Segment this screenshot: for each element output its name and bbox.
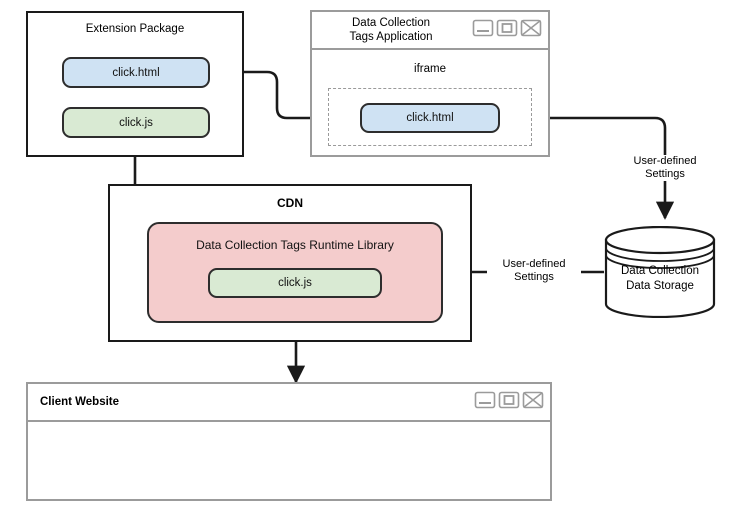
iframe-label: iframe [414, 63, 446, 75]
client-website-title: Client Website [40, 396, 120, 408]
extension-package-label: Extension Package [85, 23, 185, 35]
close-icon[interactable] [522, 389, 544, 411]
data-storage-label: Data Collection Data Storage [604, 264, 716, 294]
extension-item-click-html[interactable]: click.html [62, 57, 210, 88]
client-website-titlebar: Client Website [28, 384, 550, 422]
iframe-click-html[interactable]: click.html [360, 103, 500, 133]
tags-application-title-line2: Tags Application [349, 31, 433, 43]
data-storage-line2: Data Storage [626, 280, 694, 292]
data-storage-line1: Data Collection [621, 265, 699, 277]
maximize-icon[interactable] [496, 17, 518, 39]
edge-label-settings-top: User-defined Settings [613, 155, 717, 181]
client-website-window: Client Website [26, 382, 552, 501]
maximize-icon[interactable] [498, 389, 520, 411]
tags-application-titlebar: Data Collection Tags Application [312, 12, 548, 50]
minimize-icon[interactable] [474, 389, 496, 411]
edge-label-settings-side-line2: Settings [514, 271, 554, 283]
tags-application-window-controls [472, 17, 542, 39]
minimize-icon[interactable] [472, 17, 494, 39]
extension-item-click-html-label: click.html [112, 66, 160, 79]
edge-label-settings-side: User-defined Settings [487, 258, 581, 284]
runtime-library-label: Data Collection Tags Runtime Library [196, 238, 394, 252]
extension-item-click-js-label: click.js [119, 116, 153, 129]
close-icon[interactable] [520, 17, 542, 39]
extension-item-click-js[interactable]: click.js [62, 107, 210, 138]
tags-application-title-line1: Data Collection [352, 17, 430, 29]
iframe-click-html-label: click.html [406, 112, 454, 124]
cdn-label: CDN [277, 196, 303, 210]
client-website-body [28, 422, 550, 499]
edge-label-settings-top-line1: User-defined [633, 155, 697, 167]
client-website-window-controls [474, 389, 544, 411]
runtime-library-click-js-label: click.js [278, 277, 312, 289]
diagram-canvas: Extension Package click.html click.js Da… [0, 0, 750, 518]
edge-label-settings-side-line1: User-defined [502, 258, 566, 270]
edge-label-settings-top-line2: Settings [645, 168, 685, 180]
runtime-library-click-js[interactable]: click.js [208, 268, 382, 298]
